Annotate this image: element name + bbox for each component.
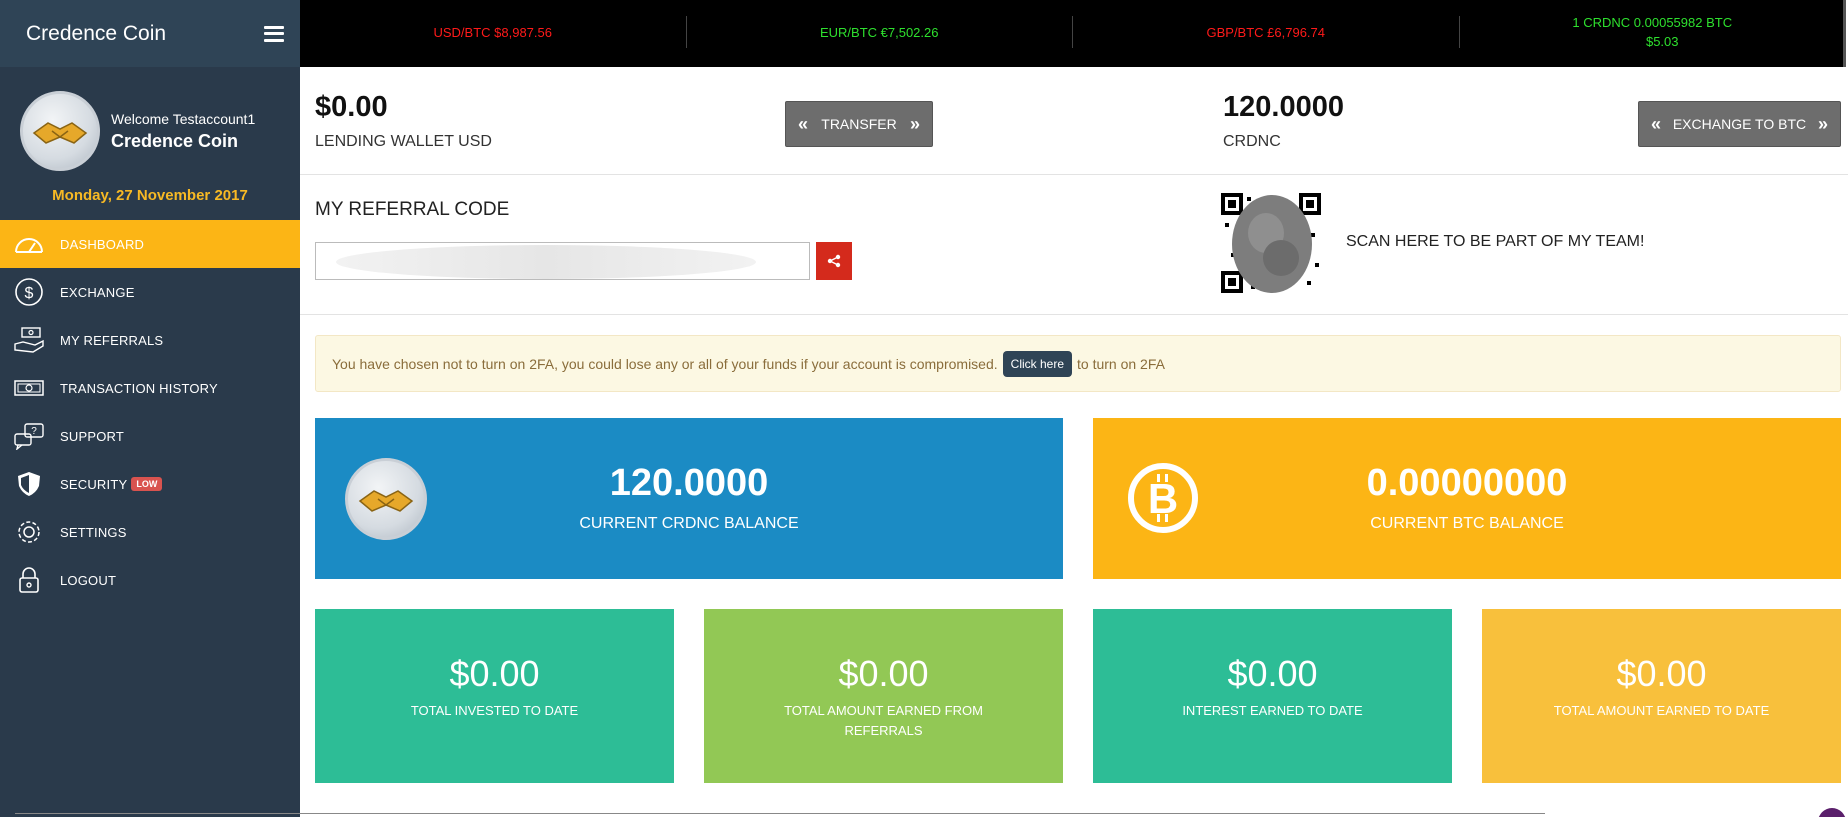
main-content: $0.00 LENDING WALLET USD « TRANSFER » 12…	[300, 67, 1848, 315]
stat-value: $0.00	[1616, 653, 1707, 694]
stat-label: INTEREST EARNED TO DATE	[1182, 703, 1363, 718]
app: Credence Coin Welcome Testaccount1 Crede…	[0, 0, 1848, 817]
stat-card-total-invested: $0.00 TOTAL INVESTED TO DATE	[315, 609, 674, 783]
dollar-circle-icon: $	[12, 277, 46, 307]
referral-qr-code	[1221, 193, 1321, 293]
stat-card-interest-earned: $0.00 INTEREST EARNED TO DATE	[1093, 609, 1452, 783]
ticker-usd-btc-text: USD/BTC $8,987.56	[433, 24, 552, 40]
chevrons-left-icon: «	[798, 113, 809, 134]
redacted-referral-code	[336, 245, 756, 279]
sidebar-item-exchange[interactable]: $ EXCHANGE	[0, 268, 300, 316]
sidebar-item-dashboard[interactable]: DASHBOARD	[0, 220, 300, 268]
gear-icon	[12, 517, 46, 547]
lending-wallet-label: LENDING WALLET USD	[315, 133, 492, 150]
svg-text:$: $	[25, 285, 34, 302]
ticker-gbp-btc: GBP/BTC £6,796.74	[1073, 16, 1460, 48]
sidebar-item-label: MY REFERRALS	[60, 332, 164, 348]
share-button[interactable]	[816, 242, 852, 280]
ticker-eur-btc-text: EUR/BTC €7,502.26	[819, 24, 939, 40]
stat-label: TOTAL INVESTED TO DATE	[410, 703, 579, 718]
chevrons-right-icon: »	[909, 113, 920, 134]
ticker-crdnc-btc-text: 1 CRDNC 0.00055982 BTC	[1572, 15, 1733, 30]
sidebar-item-label: SETTINGS	[60, 524, 127, 540]
ticker-gbp-btc-text: GBP/BTC £6,796.74	[1206, 24, 1325, 40]
sidebar-item-security[interactable]: SECURITY LOW	[0, 460, 300, 508]
crdnc-wallet-amount: 120.0000	[1223, 91, 1344, 123]
avatar	[20, 91, 100, 171]
sidebar-item-settings[interactable]: SETTINGS	[0, 508, 300, 556]
enable-2fa-button[interactable]: Click here	[1002, 350, 1073, 377]
transfer-button-label: TRANSFER	[821, 116, 897, 132]
2fa-warning-alert: You have chosen not to turn on 2FA, you …	[315, 335, 1841, 392]
ticker-crdnc-usd-text: $5.03	[1645, 34, 1679, 49]
sidebar-item-label: LOGOUT	[60, 572, 117, 588]
security-level-badge: LOW	[131, 477, 163, 491]
alert-text-after: to turn on 2FA	[1077, 355, 1165, 372]
profile: Welcome Testaccount1 Credence Coin	[0, 67, 300, 175]
sidebar-nav: DASHBOARD $ EXCHANGE MY REFERRALS TRANSA…	[0, 220, 300, 604]
alert-text-before: You have chosen not to turn on 2FA, you …	[332, 355, 998, 372]
crdnc-balance-value: 120.0000	[609, 462, 769, 504]
brand-title: Credence Coin	[26, 21, 167, 45]
crdnc-wallet-label: CRDNC	[1223, 133, 1281, 150]
sidebar-item-logout[interactable]: LOGOUT	[0, 556, 300, 604]
sidebar-item-label: DASHBOARD	[60, 236, 145, 252]
stat-card-earned-referrals: $0.00 TOTAL AMOUNT EARNED FROM REFERRALS	[704, 609, 1063, 783]
lock-icon	[12, 565, 46, 595]
ticker-scrollbar[interactable]	[1843, 0, 1846, 67]
hand-money-icon	[12, 325, 46, 355]
btc-balance-card: B 0.00000000 CURRENT BTC BALANCE	[1093, 418, 1841, 579]
sidebar: Credence Coin Welcome Testaccount1 Crede…	[0, 0, 300, 817]
sidebar-item-label: SECURITY	[60, 476, 128, 492]
price-ticker: USD/BTC $8,987.56 EUR/BTC €7,502.26 GBP/…	[300, 0, 1846, 67]
sidebar-item-my-referrals[interactable]: MY REFERRALS	[0, 316, 300, 364]
chevrons-right-icon: »	[1817, 113, 1828, 134]
brand-bar: Credence Coin	[0, 0, 300, 67]
hamburger-menu-icon[interactable]	[264, 25, 284, 42]
lending-wallet-amount: $0.00	[315, 91, 388, 123]
svg-text:?: ?	[31, 426, 37, 437]
handshake-logo-icon	[32, 122, 88, 144]
crdnc-balance-card: 120.0000 CURRENT CRDNC BALANCE	[315, 418, 1063, 579]
btc-balance-label: CURRENT BTC BALANCE	[1370, 515, 1564, 532]
stat-card-total-earned: $0.00 TOTAL AMOUNT EARNED TO DATE	[1482, 609, 1841, 783]
wallet-row: $0.00 LENDING WALLET USD « TRANSFER » 12…	[300, 67, 1848, 175]
crdnc-balance-label: CURRENT CRDNC BALANCE	[579, 515, 799, 532]
stat-value: $0.00	[449, 653, 540, 694]
stat-label: TOTAL AMOUNT EARNED FROM REFERRALS	[784, 703, 983, 738]
welcome-text: Welcome Testaccount1	[111, 110, 256, 127]
chat-widget-button[interactable]	[1818, 808, 1846, 817]
sidebar-item-label: EXCHANGE	[60, 284, 135, 300]
ticker-usd-btc: USD/BTC $8,987.56	[300, 16, 687, 48]
stat-value: $0.00	[1227, 653, 1318, 694]
bottom-panel-edge	[15, 813, 1545, 817]
referral-row: MY REFERRAL CODE SCAN HERE TO BE PART OF…	[300, 175, 1848, 315]
sidebar-item-label: TRANSACTION HISTORY	[60, 380, 218, 396]
banknotes-icon	[12, 373, 46, 403]
exchange-to-btc-button[interactable]: « EXCHANGE TO BTC »	[1638, 101, 1841, 147]
chat-question-icon: ?	[12, 421, 46, 451]
stat-label: TOTAL AMOUNT EARNED TO DATE	[1553, 703, 1770, 718]
transfer-button[interactable]: « TRANSFER »	[785, 101, 933, 147]
qr-scan-text: SCAN HERE TO BE PART OF MY TEAM!	[1346, 233, 1645, 250]
stat-value: $0.00	[838, 653, 929, 694]
profile-name: Credence Coin	[111, 130, 239, 151]
referral-code-input[interactable]	[315, 242, 810, 280]
current-date: Monday, 27 November 2017	[52, 187, 248, 204]
sidebar-item-label: SUPPORT	[60, 428, 125, 444]
speedometer-icon	[12, 229, 46, 259]
referral-title: MY REFERRAL CODE	[315, 199, 510, 220]
shield-icon	[12, 469, 46, 499]
chevrons-left-icon: «	[1651, 113, 1662, 134]
sidebar-item-support[interactable]: ? SUPPORT	[0, 412, 300, 460]
btc-balance-value: 0.00000000	[1366, 462, 1568, 504]
ticker-eur-btc: EUR/BTC €7,502.26	[687, 16, 1073, 48]
sidebar-item-transaction-history[interactable]: TRANSACTION HISTORY	[0, 364, 300, 412]
ticker-crdnc-btc: 1 CRDNC 0.00055982 BTC $5.03	[1460, 15, 1846, 49]
share-icon	[827, 254, 841, 268]
exchange-button-label: EXCHANGE TO BTC	[1672, 116, 1807, 132]
